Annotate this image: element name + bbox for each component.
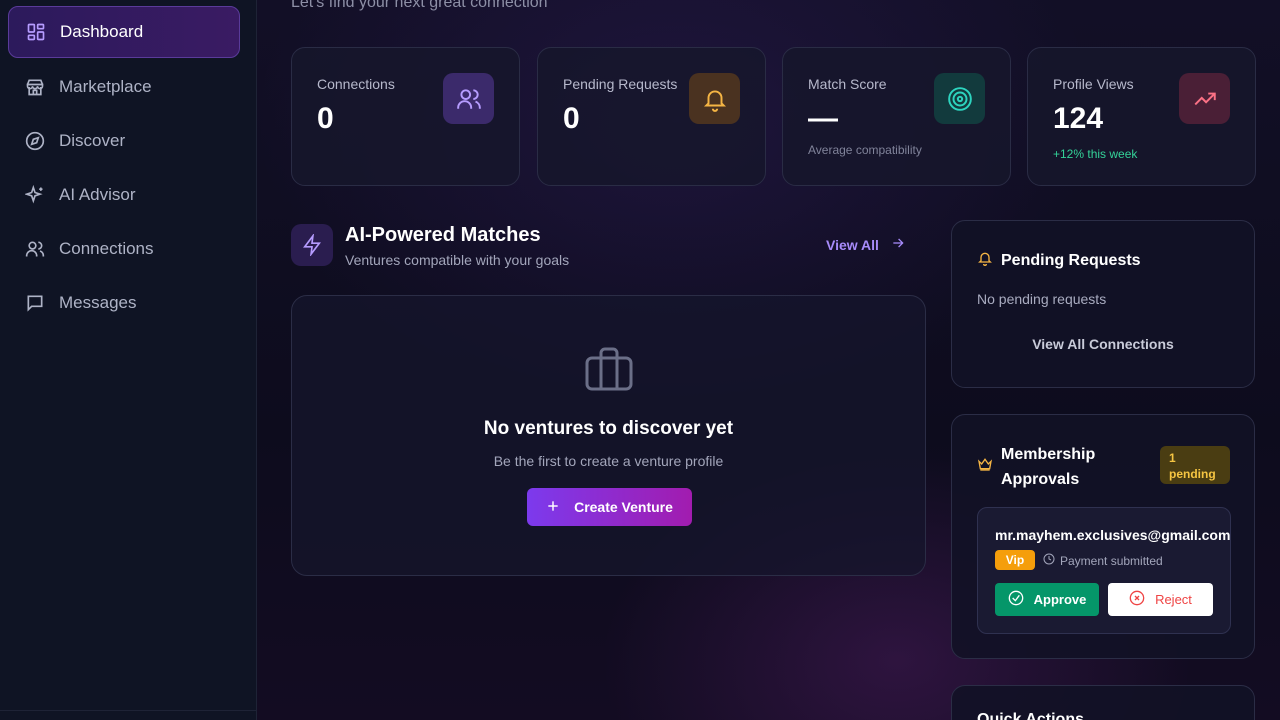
lightning-icon [291,224,333,266]
stat-value: 124 [1053,102,1104,135]
stat-card-match-score: Match Score — Average compatibility [782,47,1011,186]
users-icon [443,73,494,124]
trending-up-icon [1179,73,1230,124]
clock-icon [1043,553,1055,568]
pending-count: 1 [1169,451,1176,465]
payment-status: Payment submitted [1043,553,1163,568]
bell-icon [689,73,740,124]
panel-title: Quick Actions [977,711,1084,720]
target-icon [934,73,985,124]
panel-header: Pending Requests [977,250,1141,271]
panel-header: Membership Approvals [977,442,1121,492]
reject-label: Reject [1155,592,1192,607]
sidebar-item-label: Marketplace [59,77,152,96]
stat-value: — [808,102,838,135]
pending-count-badge: 1 pending [1160,446,1230,484]
tier-badge: Vip [995,550,1035,570]
stat-card-connections: Connections 0 [291,47,520,186]
empty-state-subtitle: Be the first to create a venture profile [493,453,724,469]
stat-value: 0 [563,102,580,135]
message-icon [24,292,46,314]
matches-empty-state: No ventures to discover yet Be the first… [291,295,926,576]
create-venture-label: Create Venture [574,499,673,515]
create-venture-button[interactable]: Create Venture [527,488,692,526]
membership-approvals-panel: Membership Approvals 1 pending mr.mayhem… [951,414,1255,659]
arrow-right-icon [891,236,905,253]
request-email: mr.mayhem.exclusives@gmail.com [995,527,1231,543]
sidebar-item-messages[interactable]: Messages [8,277,240,329]
membership-request-card: mr.mayhem.exclusives@gmail.com Vip Payme… [977,507,1231,634]
quick-actions-panel: Quick Actions [951,685,1255,720]
pending-empty-text: No pending requests [977,291,1107,307]
sidebar-item-label: Connections [59,239,154,258]
section-title: AI-Powered Matches [345,224,541,246]
reject-button[interactable]: Reject [1108,583,1213,616]
stat-value: 0 [317,102,334,135]
users-icon [24,238,46,260]
view-all-matches-link[interactable]: View All [826,236,905,253]
x-circle-icon [1129,590,1145,609]
page-subtitle: Let's find your next great connection [291,0,548,11]
sidebar-item-ai-advisor[interactable]: AI Advisor [8,169,240,221]
stat-card-profile-views: Profile Views 124 +12% this week [1027,47,1256,186]
sidebar-footer-divider [0,710,257,720]
plus-icon [546,499,560,516]
view-all-connections-button[interactable]: View All Connections [952,336,1254,352]
sidebar-item-discover[interactable]: Discover [8,115,240,167]
store-icon [24,76,46,98]
approve-label: Approve [1033,592,1087,607]
sparkles-icon [24,184,46,206]
stat-trend: +12% this week [1053,147,1138,161]
sidebar: Dashboard Marketplace Discover AI Adviso… [0,0,257,720]
dashboard-grid-icon [25,21,47,43]
sidebar-item-label: Discover [59,131,126,150]
payment-status-text: Payment submitted [1060,553,1163,568]
stat-sub: Average compatibility [808,143,922,157]
check-circle-icon [1008,590,1024,609]
briefcase-icon [584,346,634,397]
panel-title: Membership Approvals [1001,446,1096,488]
panel-title: Pending Requests [1001,251,1141,269]
sidebar-item-label: AI Advisor [59,185,136,204]
pending-requests-panel: Pending Requests No pending requests Vie… [951,220,1255,388]
compass-icon [24,130,46,152]
sidebar-item-dashboard[interactable]: Dashboard [8,6,240,58]
sidebar-item-label: Dashboard [60,22,144,41]
sidebar-item-connections[interactable]: Connections [8,223,240,275]
pending-label: pending [1169,467,1216,481]
sidebar-item-marketplace[interactable]: Marketplace [8,61,240,113]
bell-icon [977,250,993,271]
stat-label: Pending Requests [563,76,678,92]
view-all-label: View All [826,236,879,253]
section-subtitle: Ventures compatible with your goals [345,252,570,268]
stat-card-pending-requests: Pending Requests 0 [537,47,766,186]
sidebar-item-label: Messages [59,293,137,312]
stat-label: Match Score [808,76,887,92]
stat-label: Profile Views [1053,76,1134,92]
stat-label: Connections [317,76,395,92]
crown-icon [977,455,993,480]
approve-button[interactable]: Approve [995,583,1099,616]
empty-state-title: No ventures to discover yet [483,418,734,439]
